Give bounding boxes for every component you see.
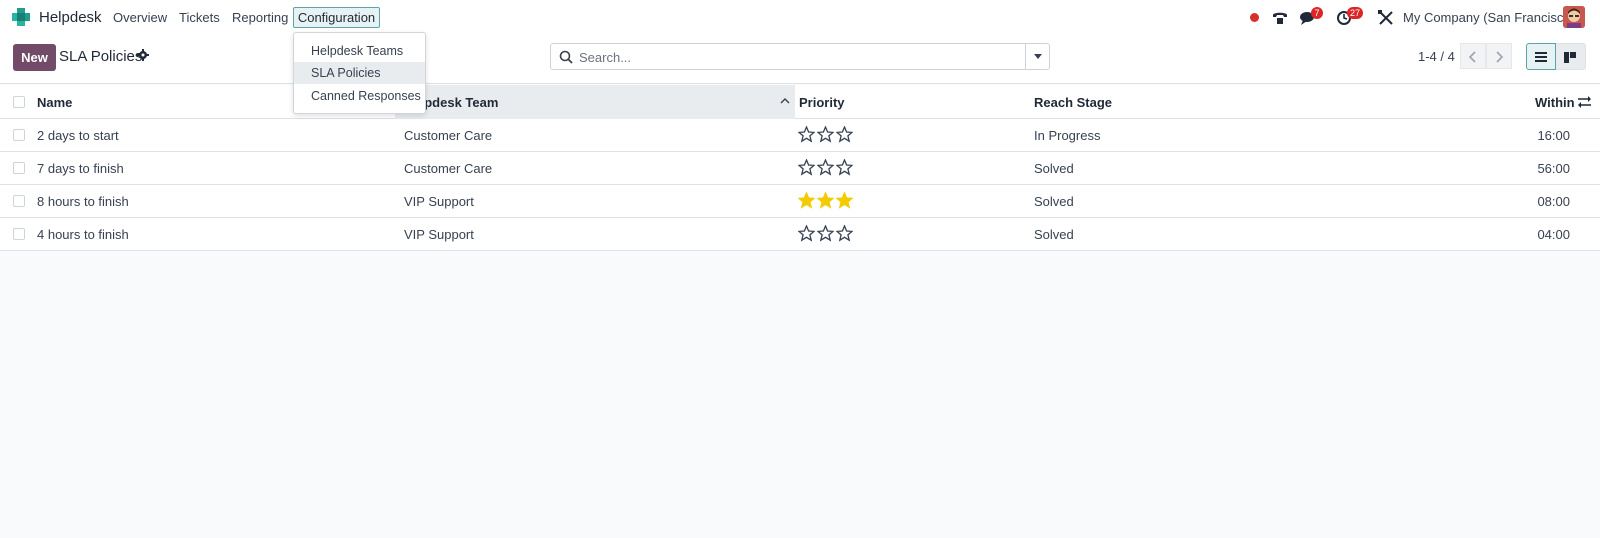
user-avatar[interactable] xyxy=(1563,6,1585,28)
table-row[interactable]: 8 hours to finish VIP Support Solved 08:00 xyxy=(0,185,1600,218)
column-name[interactable]: Name xyxy=(37,95,72,110)
menu-item-sla-policies[interactable]: SLA Policies xyxy=(294,62,425,84)
priority-stars xyxy=(798,192,853,209)
cell-within: 04:00 xyxy=(1537,227,1570,242)
table-row[interactable]: 4 hours to finish VIP Support Solved 04:00 xyxy=(0,218,1600,251)
priority-stars xyxy=(798,159,853,176)
row-checkbox[interactable] xyxy=(13,129,25,141)
pager-previous-button[interactable] xyxy=(1460,43,1486,69)
cell-within: 08:00 xyxy=(1537,194,1570,209)
cell-reach-stage: Solved xyxy=(1034,194,1074,209)
cell-name: 2 days to start xyxy=(37,128,119,143)
star-empty-icon[interactable] xyxy=(798,126,815,143)
gear-icon[interactable] xyxy=(137,49,149,61)
tools-icon[interactable] xyxy=(1377,9,1395,27)
kanban-icon xyxy=(1564,52,1576,63)
star-empty-icon[interactable] xyxy=(798,159,815,176)
menu-item-canned-responses[interactable]: Canned Responses xyxy=(294,85,425,107)
star-filled-icon[interactable] xyxy=(798,192,815,209)
search-input[interactable] xyxy=(579,48,1009,66)
configuration-dropdown: Helpdesk Teams SLA Policies Canned Respo… xyxy=(293,32,426,114)
priority-stars xyxy=(798,126,853,143)
app-name[interactable]: Helpdesk xyxy=(39,9,102,26)
cell-helpdesk-team: VIP Support xyxy=(404,227,474,242)
page-title: SLA Policies xyxy=(59,48,143,65)
star-empty-icon[interactable] xyxy=(798,225,815,242)
cell-reach-stage: Solved xyxy=(1034,161,1074,176)
record-icon[interactable] xyxy=(1250,13,1259,22)
row-checkbox[interactable] xyxy=(13,195,25,207)
list-view-button[interactable] xyxy=(1526,43,1556,70)
kanban-view-button[interactable] xyxy=(1556,43,1586,70)
star-empty-icon[interactable] xyxy=(836,159,853,176)
star-filled-icon[interactable] xyxy=(836,192,853,209)
priority-stars xyxy=(798,225,853,242)
list-icon xyxy=(1535,52,1547,62)
optional-columns-icon[interactable] xyxy=(1578,96,1591,108)
helpdesk-logo-icon[interactable] xyxy=(12,8,30,26)
cell-helpdesk-team: Customer Care xyxy=(404,161,493,176)
chevron-left-icon xyxy=(1469,51,1476,63)
pager-value[interactable]: 1-4 / 4 xyxy=(1418,49,1455,64)
top-navbar: Helpdesk Overview Tickets Reporting Conf… xyxy=(0,0,1600,35)
search-icon xyxy=(559,50,573,64)
column-priority[interactable]: Priority xyxy=(799,95,845,110)
pager-next-button[interactable] xyxy=(1486,43,1512,69)
column-reach-stage[interactable]: Reach Stage xyxy=(1034,95,1112,110)
cell-helpdesk-team: Customer Care xyxy=(404,128,493,143)
star-filled-icon[interactable] xyxy=(817,192,834,209)
phone-icon[interactable] xyxy=(1271,9,1289,27)
activities-badge: 27 xyxy=(1347,7,1364,19)
search-options-toggle[interactable] xyxy=(1025,44,1049,69)
cell-name: 8 hours to finish xyxy=(37,194,129,209)
cell-reach-stage: Solved xyxy=(1034,227,1074,242)
nav-reporting[interactable]: Reporting xyxy=(232,10,288,25)
cell-name: 7 days to finish xyxy=(37,161,124,176)
row-checkbox[interactable] xyxy=(13,228,25,240)
star-empty-icon[interactable] xyxy=(817,126,834,143)
nav-overview[interactable]: Overview xyxy=(113,10,167,25)
control-panel: New SLA Policies 1-4 / 4 xyxy=(0,35,1600,84)
row-checkbox[interactable] xyxy=(13,162,25,174)
menu-item-helpdesk-teams[interactable]: Helpdesk Teams xyxy=(294,40,425,62)
cell-helpdesk-team: VIP Support xyxy=(404,194,474,209)
star-empty-icon[interactable] xyxy=(817,159,834,176)
search-bar xyxy=(550,43,1050,70)
table-header: Name Helpdesk Team Priority Reach Stage … xyxy=(0,85,1600,119)
cell-reach-stage: In Progress xyxy=(1034,128,1101,143)
star-empty-icon[interactable] xyxy=(836,225,853,242)
star-empty-icon[interactable] xyxy=(836,126,853,143)
nav-configuration[interactable]: Configuration xyxy=(293,7,380,28)
chevron-right-icon xyxy=(1496,51,1503,63)
select-all-checkbox[interactable] xyxy=(13,96,25,108)
cell-name: 4 hours to finish xyxy=(37,227,129,242)
table-row[interactable]: 2 days to start Customer Care In Progress 1… xyxy=(0,119,1600,152)
company-switcher[interactable]: My Company (San Francisco) xyxy=(1403,10,1575,25)
sort-ascending-icon xyxy=(780,98,790,104)
table-row[interactable]: 7 days to finish Customer Care Solved 56:00 xyxy=(0,152,1600,185)
new-button[interactable]: New xyxy=(13,44,56,71)
cell-within: 56:00 xyxy=(1537,161,1570,176)
star-empty-icon[interactable] xyxy=(817,225,834,242)
nav-tickets[interactable]: Tickets xyxy=(179,10,220,25)
table-body: 2 days to start Customer Care In Progress 1… xyxy=(0,119,1600,251)
sla-policies-table: Name Helpdesk Team Priority Reach Stage … xyxy=(0,85,1600,251)
column-within[interactable]: Within xyxy=(1535,95,1575,110)
cell-within: 16:00 xyxy=(1537,128,1570,143)
messages-badge: 7 xyxy=(1311,7,1323,19)
